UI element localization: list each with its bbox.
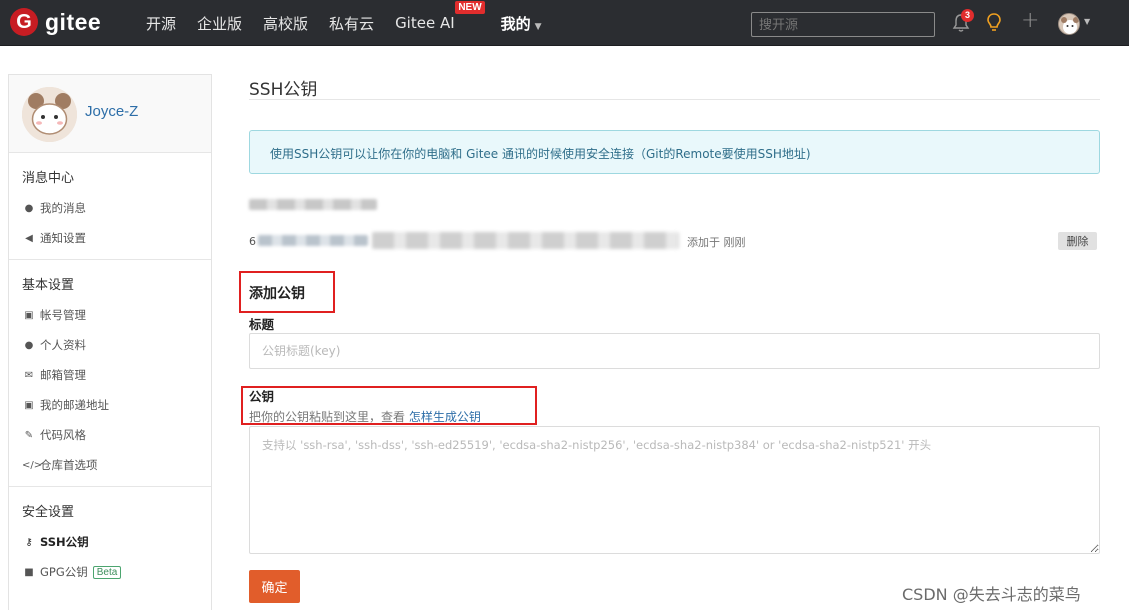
lightbulb-icon[interactable] <box>986 12 1002 34</box>
sidebar-item-label: 通知设置 <box>40 231 86 245</box>
code-icon: </> <box>22 459 43 471</box>
notification-count-badge: 3 <box>961 9 974 22</box>
sidebar-item-my-messages[interactable]: ● 我的消息 <box>9 193 211 223</box>
sidebar-item-ssh-keys[interactable]: ⚷ SSH公钥 <box>9 527 211 557</box>
key-added-time: 添加于 刚刚 <box>687 236 746 249</box>
highlight-box <box>241 386 537 425</box>
sidebar-item-label: 代码风格 <box>40 428 86 442</box>
confirm-button[interactable]: 确定 <box>249 570 300 603</box>
nav-open-source[interactable]: 开源 <box>146 13 176 34</box>
nav-private-cloud[interactable]: 私有云 <box>329 13 374 34</box>
profile-username[interactable]: Joyce-Z <box>85 103 138 120</box>
sidebar-item-repo-preferences[interactable]: </> 仓库首选项 <box>9 450 211 480</box>
page-title: SSH公钥 <box>249 80 318 100</box>
public-key-textarea[interactable] <box>249 426 1100 554</box>
chevron-down-icon: ▼ <box>534 21 542 32</box>
sidebar-item-email[interactable]: ✉ 邮箱管理 <box>9 360 211 390</box>
highlight-box <box>239 271 335 313</box>
new-badge: NEW <box>455 1 485 14</box>
sidebar-item-label: 个人资料 <box>40 338 86 352</box>
nav-enterprise[interactable]: 企业版 <box>197 13 242 34</box>
sidebar-item-label: GPG公钥 <box>40 565 88 579</box>
main-nav: 开源 企业版 高校版 私有云 Gitee AI NEW 我的 ▼ <box>146 0 563 46</box>
sidebar-item-label: 我的邮递地址 <box>40 398 109 412</box>
redacted-key-title <box>249 199 377 210</box>
section-security-settings: 安全设置 ⚷ SSH公钥 ■ GPG公钥 Beta <box>9 487 211 593</box>
sidebar-item-gpg-keys[interactable]: ■ GPG公钥 Beta <box>9 557 211 587</box>
brush-icon: ✎ <box>24 429 34 441</box>
nav-gitee-ai-label: Gitee AI <box>395 14 455 32</box>
nav-mine[interactable]: 我的 ▼ <box>501 13 542 34</box>
profile-avatar[interactable] <box>22 87 77 142</box>
address-card-icon: ▣ <box>24 399 34 411</box>
top-navbar: G gitee 开源 企业版 高校版 私有云 Gitee AI NEW 我的 ▼ … <box>0 0 1129 46</box>
key-fingerprint-prefix: 6 <box>249 235 256 248</box>
nav-mine-label: 我的 <box>500 14 531 33</box>
envelope-icon: ✉ <box>24 369 34 381</box>
user-avatar[interactable] <box>1058 13 1080 35</box>
nav-education[interactable]: 高校版 <box>263 13 308 34</box>
sidebar-item-notification-settings[interactable]: ◀ 通知设置 <box>9 223 211 253</box>
avatar-chevron-down-icon[interactable]: ▼ <box>1084 17 1090 26</box>
sidebar-item-mailing-address[interactable]: ▣ 我的邮递地址 <box>9 390 211 420</box>
sidebar-item-label: 帐号管理 <box>40 308 86 322</box>
settings-sidebar: Joyce-Z 消息中心 ● 我的消息 ◀ 通知设置 基本设置 ▣ 帐号管理 ● 个人资… <box>8 74 212 610</box>
person-icon: ● <box>24 339 34 351</box>
section-basic-settings: 基本设置 ▣ 帐号管理 ● 个人资料 ✉ 邮箱管理 ▣ 我的邮递地址 ✎ 代码风格 </>… <box>9 260 211 487</box>
sidebar-item-account[interactable]: ▣ 帐号管理 <box>9 300 211 330</box>
id-card-icon: ▣ <box>24 309 34 321</box>
section-title: 基本设置 <box>22 278 75 293</box>
nav-gitee-ai[interactable]: Gitee AI NEW <box>395 1 485 32</box>
redacted-key-fingerprint <box>258 235 368 246</box>
info-alert: 使用SSH公钥可以让你在你的电脑和 Gitee 通讯的时候使用安全连接（Git的… <box>249 130 1100 174</box>
section-messages: 消息中心 ● 我的消息 ◀ 通知设置 <box>9 153 211 260</box>
title-divider <box>249 99 1100 100</box>
gitee-logo-text: gitee <box>45 8 102 35</box>
bell-icon: ● <box>24 202 34 214</box>
section-title: 安全设置 <box>22 505 75 520</box>
title-label: 标题 <box>249 317 275 332</box>
csdn-watermark: CSDN @失去斗志的菜鸟 <box>902 585 1081 604</box>
redacted-key-value <box>372 232 679 249</box>
delete-key-button[interactable]: 删除 <box>1058 232 1097 250</box>
gitee-logo-icon: G <box>10 8 38 36</box>
sidebar-item-code-style[interactable]: ✎ 代码风格 <box>9 420 211 450</box>
key-icon: ⚷ <box>25 536 33 548</box>
plus-icon[interactable]: + <box>1021 10 1039 32</box>
profile-card: Joyce-Z <box>9 75 211 153</box>
speaker-icon: ◀ <box>25 232 33 244</box>
gitee-logo[interactable]: G gitee <box>10 8 101 36</box>
lock-icon: ■ <box>24 566 34 578</box>
sidebar-item-profile[interactable]: ● 个人资料 <box>9 330 211 360</box>
sidebar-item-label: 仓库首选项 <box>40 458 98 472</box>
beta-badge: Beta <box>92 565 122 579</box>
sidebar-item-label: SSH公钥 <box>40 535 89 549</box>
sidebar-item-label: 我的消息 <box>40 201 86 215</box>
key-title-input[interactable] <box>249 333 1100 369</box>
search-input[interactable] <box>751 12 935 37</box>
section-title: 消息中心 <box>22 171 75 186</box>
sidebar-item-label: 邮箱管理 <box>40 368 86 382</box>
